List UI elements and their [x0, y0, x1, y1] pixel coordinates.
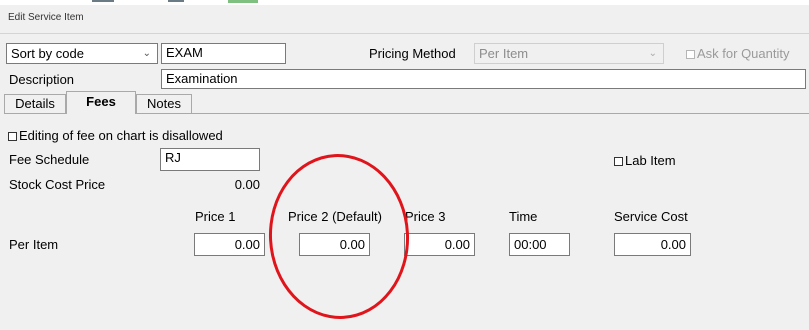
service-cost-input[interactable]: 0.00 [614, 233, 691, 256]
tab-details[interactable]: Details [4, 94, 66, 113]
sort-select-value: Sort by code [11, 46, 84, 61]
col-price3: Price 3 [405, 209, 446, 224]
checkbox-icon [686, 50, 695, 59]
fee-schedule-label: Fee Schedule [9, 152, 90, 167]
stock-cost-label: Stock Cost Price [9, 177, 106, 192]
tab-notes[interactable]: Notes [136, 94, 192, 113]
lab-item-label: Lab Item [625, 153, 676, 168]
stock-cost-value: 0.00 [234, 177, 260, 192]
description-label: Description [9, 72, 75, 87]
checkbox-icon [614, 157, 623, 166]
col-service-cost: Service Cost [614, 209, 688, 224]
pricing-method-label: Pricing Method [369, 46, 456, 61]
per-item-label: Per Item [9, 237, 59, 252]
background-window-strip [0, 0, 809, 5]
code-input[interactable]: EXAM [161, 43, 286, 64]
chevron-down-icon: ⌄ [648, 48, 657, 59]
fee-schedule-input[interactable]: RJ [160, 148, 260, 171]
price3-input[interactable]: 0.00 [404, 233, 475, 256]
description-input[interactable]: Examination [161, 69, 806, 89]
chevron-down-icon: ⌄ [142, 48, 151, 59]
ask-quantity-checkbox[interactable]: Ask for Quantity [686, 46, 789, 61]
pricing-method-value: Per Item [479, 46, 529, 61]
col-price1: Price 1 [195, 209, 236, 224]
editing-disallowed-label: Editing of fee on chart is disallowed [19, 128, 223, 143]
title-divider [0, 33, 809, 34]
time-input[interactable]: 00:00 [509, 233, 570, 256]
sort-select[interactable]: Sort by code ⌄ [6, 43, 158, 64]
checkbox-icon [8, 132, 17, 141]
ask-quantity-label: Ask for Quantity [697, 46, 790, 61]
tab-fees[interactable]: Fees [66, 91, 136, 114]
window-title: Edit Service Item [8, 12, 84, 23]
price2-input[interactable]: 0.00 [299, 233, 370, 256]
pricing-method-select[interactable]: Per Item ⌄ [474, 43, 664, 64]
col-price2: Price 2 (Default) [288, 209, 382, 224]
editing-disallowed-checkbox[interactable]: Editing of fee on chart is disallowed [8, 128, 223, 143]
col-time: Time [509, 209, 538, 224]
price1-input[interactable]: 0.00 [194, 233, 265, 256]
lab-item-checkbox[interactable]: Lab Item [614, 153, 676, 168]
